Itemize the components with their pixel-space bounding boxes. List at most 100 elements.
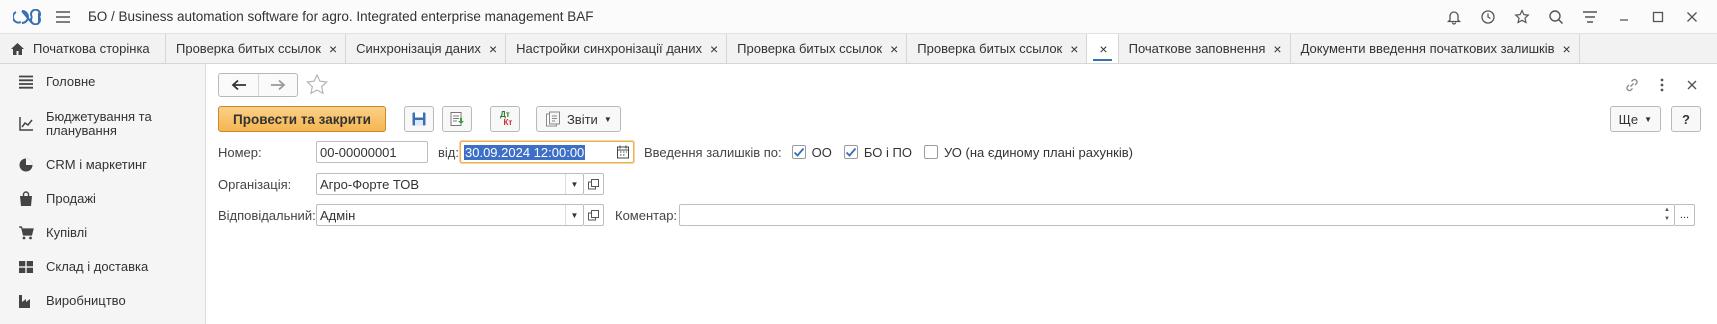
grid-icon <box>16 257 36 277</box>
tab-label: Початкове заповнення <box>1128 41 1266 56</box>
tab-close-icon[interactable]: × <box>1099 42 1107 56</box>
balances-label: Введення залишків по: <box>644 144 782 160</box>
spin-arrows-icon[interactable]: ▲ ▼ <box>1664 206 1670 224</box>
tab-close-icon[interactable]: × <box>1563 42 1571 56</box>
organization-field[interactable]: Агро-Форте ТОВ ▼ <box>316 173 584 195</box>
pie-chart-icon <box>16 155 36 175</box>
sidebar-item-warehouse[interactable]: Склад і доставка <box>0 250 205 284</box>
sidebar-item-budgeting[interactable]: Бюджетування та планування <box>0 100 205 148</box>
favorites-star-icon[interactable] <box>1505 0 1539 34</box>
number-field[interactable]: 00-00000001 <box>316 141 428 163</box>
main-menu-icon[interactable] <box>52 6 74 28</box>
tab-label: Проверка битых ссылок <box>176 41 321 56</box>
post-button[interactable] <box>441 106 472 132</box>
tab-broken-links-1[interactable]: Проверка битых ссылок × <box>166 34 347 63</box>
reports-icon <box>545 111 561 127</box>
sidebar-item-label: Продажі <box>46 191 96 206</box>
sidebar-item-label: Купівлі <box>46 225 88 240</box>
close-form-icon[interactable] <box>1677 72 1707 98</box>
responsible-value: Адмін <box>320 207 356 223</box>
tab-broken-links-3[interactable]: Проверка битых ссылок × <box>907 34 1088 63</box>
tab-opening-balance-docs[interactable]: Документи введення початкових залишків × <box>1291 34 1580 63</box>
checkbox-label: БО і ПО <box>863 144 912 160</box>
organization-value: Агро-Форте ТОВ <box>320 176 420 192</box>
back-arrow-icon[interactable] <box>219 74 258 96</box>
app-logo-icon[interactable] <box>10 0 44 34</box>
tab-home[interactable]: Початкова сторінка <box>0 34 166 63</box>
dropdown-arrow-icon[interactable]: ▼ <box>565 205 583 225</box>
dt-kt-postings-button[interactable]: Дт Кт <box>489 106 520 132</box>
chevron-down-icon: ▼ <box>603 114 612 124</box>
reports-button[interactable]: Звіти ▼ <box>535 106 621 132</box>
tab-sync-settings[interactable]: Настройки синхронізації даних × <box>506 34 728 63</box>
more-actions-button[interactable]: Ще ▼ <box>1609 106 1661 132</box>
tab-label: Синхронізація даних <box>356 41 481 56</box>
checkbox-label: УО (на єдиному плані рахунків) <box>943 144 1133 160</box>
tab-close-icon[interactable]: × <box>489 42 497 56</box>
sidebar-item-purchases[interactable]: Купівлі <box>0 216 205 250</box>
close-window-icon[interactable] <box>1675 0 1709 34</box>
help-button[interactable]: ? <box>1671 106 1701 132</box>
post-and-close-button[interactable]: Провести та закрити <box>218 106 386 132</box>
factory-icon <box>16 291 36 311</box>
tab-label: Настройки синхронізації даних <box>516 41 702 56</box>
checkbox-label: ОО <box>811 144 832 160</box>
organization-label: Організація: <box>218 176 292 192</box>
checkbox-oo[interactable]: ОО <box>791 144 832 160</box>
title-bar: БО / Business automation software for ag… <box>0 0 1717 34</box>
tab-label: Проверка битых ссылок <box>737 41 883 56</box>
navigation-buttons <box>218 73 298 97</box>
minimize-icon[interactable] <box>1607 0 1641 34</box>
tab-close-icon[interactable]: × <box>710 42 718 56</box>
sidebar-item-crm[interactable]: CRM і маркетинг <box>0 148 205 182</box>
link-icon[interactable] <box>1617 72 1647 98</box>
sidebar-item-label: Виробництво <box>46 293 126 308</box>
history-icon[interactable] <box>1471 0 1505 34</box>
open-responsible-icon[interactable] <box>584 204 604 226</box>
number-value: 00-00000001 <box>320 144 397 160</box>
shopping-bag-icon <box>16 189 36 209</box>
calendar-icon[interactable] <box>617 145 629 159</box>
sidebar-item-production[interactable]: Виробництво <box>0 284 205 318</box>
dropdown-arrow-icon[interactable]: ▼ <box>565 174 583 194</box>
search-icon[interactable] <box>1539 0 1573 34</box>
sidebar-item-main[interactable]: Головне <box>0 64 205 100</box>
tab-initial-fill[interactable]: Початкове заповнення × <box>1119 34 1291 63</box>
forward-arrow-icon[interactable] <box>258 74 297 96</box>
comment-label: Коментар: <box>615 207 678 223</box>
date-field[interactable]: 30.09.2024 12:00:00 <box>460 141 634 163</box>
tab-label: Початкова сторінка <box>33 41 150 56</box>
tab-broken-links-2[interactable]: Проверка битых ссылок × <box>727 34 908 63</box>
chevron-down-icon: ▼ <box>1644 114 1652 124</box>
tab-close-icon[interactable]: × <box>1273 42 1281 56</box>
responsible-field[interactable]: Адмін ▼ <box>316 204 584 226</box>
filter-settings-icon[interactable] <box>1573 0 1607 34</box>
checkbox-uo[interactable]: УО (на єдиному плані рахунків) <box>923 144 1133 160</box>
sidebar-item-sales[interactable]: Продажі <box>0 182 205 216</box>
more-vertical-icon[interactable] <box>1647 72 1677 98</box>
document-form: Провести та закрити Дт Кт Звіти ▼ Ще ▼ ?… <box>206 64 1717 324</box>
comment-field[interactable]: ▲ ▼ <box>679 204 1675 226</box>
checkbox-checked-icon <box>791 145 806 159</box>
tab-current-document[interactable]: × <box>1087 34 1119 63</box>
open-organization-icon[interactable] <box>584 173 604 195</box>
sidebar-item-label: Бюджетування та планування <box>46 109 152 138</box>
maximize-icon[interactable] <box>1641 0 1675 34</box>
sidebar-item-label: CRM і маркетинг <box>46 157 147 172</box>
comment-expand-button[interactable]: ... <box>1675 204 1695 226</box>
tab-data-sync[interactable]: Синхронізація даних × <box>346 34 507 63</box>
save-button[interactable] <box>403 106 434 132</box>
home-icon <box>10 42 25 56</box>
tab-close-icon[interactable]: × <box>1070 42 1078 56</box>
tab-close-icon[interactable]: × <box>329 42 337 56</box>
date-label: від: <box>438 144 459 160</box>
tab-close-icon[interactable]: × <box>890 42 898 56</box>
bell-icon[interactable] <box>1437 0 1471 34</box>
add-to-favorites-star-icon[interactable] <box>304 72 330 98</box>
post-document-icon <box>449 111 465 127</box>
number-label: Номер: <box>218 144 262 160</box>
responsible-label: Відповідальний: <box>218 207 316 223</box>
checkbox-bo-po[interactable]: БО і ПО <box>843 144 912 160</box>
more-label: Ще <box>1618 111 1639 127</box>
save-icon <box>411 111 427 127</box>
